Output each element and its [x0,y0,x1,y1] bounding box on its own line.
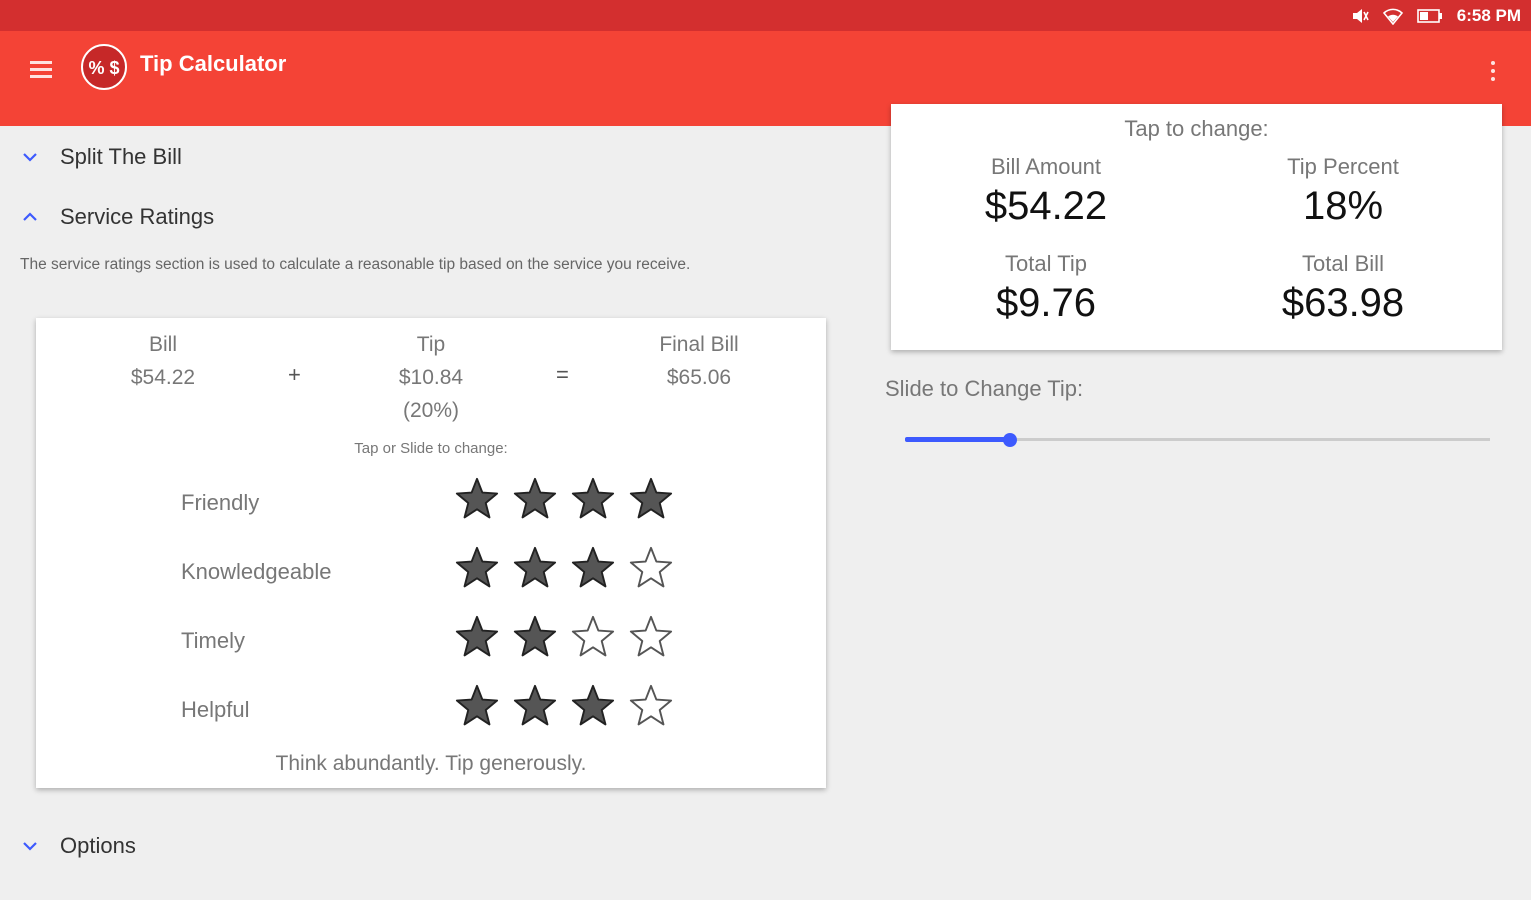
rating-label: Friendly [181,490,260,515]
star-filled-icon[interactable] [454,476,500,522]
battery-icon [1416,8,1442,23]
total-bill-label: Total Bill [1302,251,1384,276]
tip-percent-label: Tip Percent [1287,154,1399,179]
rating-row-friendly: Friendly [36,474,826,534]
motto: Think abundantly. Tip generously. [275,752,587,775]
star-outline-icon[interactable] [628,614,674,660]
rating-row-timely: Timely [36,612,826,672]
status-bar: 6:58 PM [0,0,1531,31]
bill-amount-label: Bill Amount [990,154,1102,179]
final-bill-value: $65.06 [666,366,732,389]
chevron-down-icon [23,153,37,162]
summary-title: Tap to change: [1124,116,1269,141]
section-options[interactable]: Options [18,833,136,859]
star-filled-icon[interactable] [512,683,558,729]
tip-column: Tip $10.84 (20%) [366,328,496,427]
star-rating[interactable] [454,614,674,660]
star-rating[interactable] [454,683,674,729]
tip-percent-cell[interactable]: Tip Percent 18% [1193,154,1493,229]
rating-row-helpful: Helpful [36,681,826,741]
summary-card: Tap to change: Bill Amount $54.22 Tip Pe… [891,104,1502,350]
bill-amount-value: $54.22 [984,184,1108,228]
rating-label: Helpful [181,697,250,722]
tip-label: Tip [416,333,446,356]
rating-label: Timely [181,628,245,653]
section-service-ratings[interactable]: Service Ratings [18,204,214,230]
total-tip-cell[interactable]: Total Tip $9.76 [896,251,1196,326]
star-outline-icon[interactable] [628,683,674,729]
star-filled-icon[interactable] [570,476,616,522]
equals-sign: = [556,362,569,387]
star-filled-icon[interactable] [570,545,616,591]
star-rating[interactable] [454,545,674,591]
star-filled-icon[interactable] [454,683,500,729]
rating-row-knowledgeable: Knowledgeable [36,543,826,603]
service-ratings-description: The service ratings section is used to c… [20,256,691,273]
app-logo-text: % $ [88,58,119,78]
total-tip-value: $9.76 [995,281,1097,325]
bill-amount-cell[interactable]: Bill Amount $54.22 [896,154,1196,229]
star-rating[interactable] [454,476,674,522]
app-title: Tip Calculator [140,51,287,76]
star-filled-icon[interactable] [512,476,558,522]
final-bill-label: Final Bill [659,333,739,356]
bill-value: $54.22 [130,366,196,389]
bill-column: Bill $54.22 [98,328,228,394]
tip-slider[interactable] [905,430,1490,450]
tip-percent: (20%) [402,399,460,422]
slider-label: Slide to Change Tip: [885,376,1084,401]
bill-label: Bill [148,333,177,356]
wifi-icon [1382,8,1403,25]
total-bill-value: $63.98 [1281,281,1405,325]
service-ratings-card: Bill $54.22 + Tip $10.84 (20%) = Final B… [36,318,826,788]
star-filled-icon[interactable] [628,476,674,522]
total-tip-label: Total Tip [1005,251,1087,276]
star-filled-icon[interactable] [454,614,500,660]
slider-thumb[interactable] [1003,433,1018,447]
section-split-the-bill[interactable]: Split The Bill [18,144,182,170]
rating-label: Knowledgeable [181,559,332,584]
section-label: Service Ratings [60,204,215,229]
star-filled-icon[interactable] [570,683,616,729]
chevron-up-icon [23,212,37,221]
star-filled-icon[interactable] [512,614,558,660]
final-bill-column: Final Bill $65.06 [634,328,764,394]
star-outline-icon[interactable] [570,614,616,660]
section-label: Split The Bill [60,144,182,169]
tip-percent-value: 18% [1302,184,1384,228]
star-filled-icon[interactable] [454,545,500,591]
plus-sign: + [288,362,301,387]
star-filled-icon[interactable] [512,545,558,591]
overflow-menu-icon[interactable] [1482,57,1504,89]
status-time: 6:58 PM [1456,5,1521,25]
tip-value: $10.84 [398,366,464,389]
ratings-hint: Tap or Slide to change: [354,440,508,457]
total-bill-cell[interactable]: Total Bill $63.98 [1193,251,1493,326]
menu-icon[interactable] [28,57,60,87]
section-label: Options [60,833,136,858]
star-outline-icon[interactable] [628,545,674,591]
chevron-down-icon [23,842,37,851]
app-logo: % $ [81,44,127,90]
slider-fill [905,437,1011,442]
mute-icon [1352,8,1369,23]
